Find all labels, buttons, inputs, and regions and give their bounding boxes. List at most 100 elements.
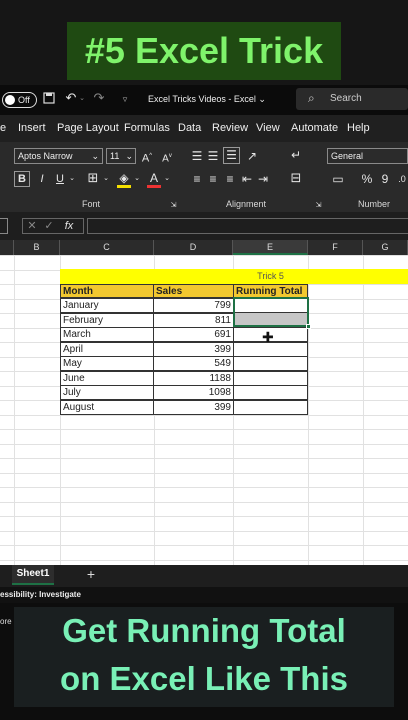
tab-automate[interactable]: Automate [291,122,338,134]
fill-handle[interactable] [306,324,311,329]
cell-sales[interactable]: 1098 [153,385,235,400]
align-right-icon[interactable]: ≡ [223,172,237,186]
cell-sales[interactable]: 399 [153,342,235,357]
customize-toolbar-icon[interactable]: ▿ [120,92,130,106]
name-box[interactable] [0,218,8,234]
tab-formulas[interactable]: Formulas [124,122,170,134]
cell-running-total[interactable] [233,385,308,400]
align-left-icon[interactable]: ≡ [190,172,204,186]
cell-month[interactable]: July [60,385,155,400]
cell-month[interactable]: March [60,327,155,342]
accounting-format-icon[interactable]: ▭ [330,172,346,186]
caption-line-1: Get Running Total [62,612,346,649]
caption-line-2: on Excel Like This [60,660,348,697]
increase-indent-icon[interactable]: ⇥ [256,172,270,186]
font-dialog-launcher-icon[interactable]: ⇲ [169,199,178,213]
cancel-icon[interactable]: ✕ [26,219,38,233]
grid-line [0,444,408,445]
insert-function-icon[interactable]: fx [61,219,77,233]
enter-icon[interactable]: ✓ [43,219,55,233]
wrap-text-icon[interactable]: ↵ [288,148,304,162]
borders-icon[interactable]: ⊞ [85,171,101,185]
cell-sales[interactable]: 811 [153,313,235,328]
number-format-select[interactable]: General [327,148,408,164]
tab-view[interactable]: View [256,122,280,134]
align-middle-icon[interactable]: ☰ [206,149,220,163]
tab-review[interactable]: Review [212,122,248,134]
font-color-icon[interactable]: A [146,171,162,188]
cell-month[interactable]: April [60,342,155,357]
cell-month[interactable]: January [60,298,155,313]
side-text-fragment: ore [0,617,12,626]
chevron-down-icon[interactable]: ⌄ [68,172,76,186]
cell-sales[interactable]: 399 [153,400,235,415]
cell-sales[interactable]: 549 [153,356,235,371]
decrease-indent-icon[interactable]: ⇤ [240,172,254,186]
tab-page-layout[interactable]: Page Layout [57,122,119,134]
tab-help[interactable]: Help [347,122,370,134]
cell-running-total[interactable] [233,356,308,371]
alignment-dialog-launcher-icon[interactable]: ⇲ [314,199,323,213]
cell-month[interactable]: May [60,356,155,371]
video-title-banner: #5 Excel Trick [67,22,341,80]
add-sheet-icon[interactable]: + [84,566,98,582]
undo-icon[interactable]: ↶ [64,91,78,105]
bold-icon[interactable]: B [14,171,30,187]
chevron-down-icon[interactable]: ⌄ [102,172,110,186]
cell-running-total[interactable] [233,400,308,415]
trick-label[interactable]: Trick 5 [233,269,308,284]
comma-style-icon[interactable]: 9 [378,172,392,186]
autosave-toggle[interactable]: Off [2,92,37,108]
column-header-c[interactable]: C [60,240,154,255]
column-header-d[interactable]: D [154,240,233,255]
search-box[interactable]: ⌕ Search [296,88,408,110]
cell-running-total[interactable] [233,342,308,357]
cell-month[interactable]: June [60,371,155,386]
formula-input[interactable] [87,218,408,234]
tab-data[interactable]: Data [178,122,201,134]
fill-color-icon[interactable]: ◈ [116,171,132,188]
italic-icon[interactable]: I [36,172,48,186]
font-size-select[interactable]: 11 ⌄ [106,148,136,164]
header-running-total[interactable]: Running Total [233,284,308,298]
increase-font-icon[interactable]: A^ [140,149,154,166]
chevron-down-icon[interactable]: ⌄ [163,172,171,186]
column-header-e[interactable]: E [233,240,308,255]
font-name-select[interactable]: Aptos Narrow ⌄ [14,148,103,164]
column-header-b[interactable]: B [14,240,60,255]
column-header-a[interactable] [0,240,14,255]
cell-month[interactable]: August [60,400,155,415]
merge-center-icon[interactable]: ⊟ [288,171,304,185]
cell-month[interactable]: February [60,313,155,328]
cursor-cross-icon: ✚ [262,330,274,344]
tab-insert[interactable]: Insert [18,122,46,134]
cell-running-total[interactable] [233,371,308,386]
document-name: Excel Tricks Videos [148,94,226,104]
cell-sales[interactable]: 799 [153,298,235,313]
selected-cell-e5[interactable] [235,313,307,325]
grid-line [0,531,408,532]
decrease-font-icon[interactable]: Av [160,149,174,166]
column-header-g[interactable]: G [363,240,408,255]
orientation-icon[interactable]: ↗ [244,149,260,163]
accessibility-status[interactable]: essibility: Investigate [0,590,81,599]
align-center-icon[interactable]: ≡ [206,172,220,186]
redo-icon[interactable]: ↷ [92,91,106,105]
formula-controls: ✕ ✓ fx [22,218,84,234]
sheet-tab-sheet1[interactable]: Sheet1 [12,565,54,585]
undo-dropdown-icon[interactable]: ⌄ [78,92,86,106]
tab-home[interactable]: e [0,122,6,134]
document-title[interactable]: Excel Tricks Videos - Excel ⌄ [148,94,266,105]
chevron-down-icon[interactable]: ⌄ [133,172,141,186]
cell-sales[interactable]: 1188 [153,371,235,386]
underline-icon[interactable]: U [54,172,66,186]
header-month[interactable]: Month [60,284,154,298]
header-sales[interactable]: Sales [153,284,234,298]
save-icon[interactable] [42,92,56,107]
cell-sales[interactable]: 691 [153,327,235,342]
column-header-f[interactable]: F [308,240,363,255]
align-bottom-icon[interactable]: ☰ [223,147,240,164]
percent-icon[interactable]: % [360,172,374,186]
increase-decimal-icon[interactable]: .0 [396,172,408,186]
align-top-icon[interactable]: ☰ [190,149,204,163]
